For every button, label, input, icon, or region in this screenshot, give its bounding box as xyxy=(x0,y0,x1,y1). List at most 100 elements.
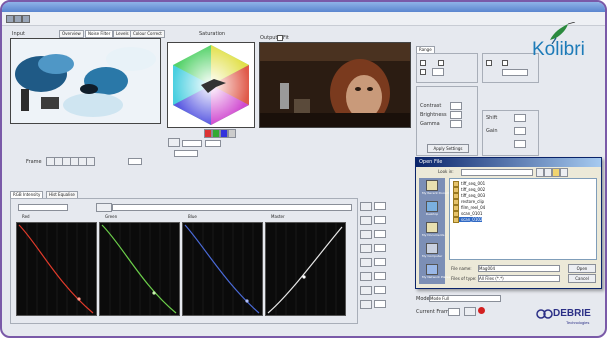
red-curve-editor[interactable] xyxy=(16,222,97,316)
gamma-spin[interactable] xyxy=(450,120,462,128)
mode-dropdown[interactable] xyxy=(502,69,528,76)
input-preview[interactable] xyxy=(10,38,161,124)
file-name-input[interactable]: Mag004 xyxy=(478,265,560,272)
curve-spin-3[interactable] xyxy=(374,230,386,238)
open-button[interactable]: Open xyxy=(568,264,596,273)
range-option-3[interactable] xyxy=(420,69,426,75)
contrast-spin[interactable] xyxy=(450,102,462,110)
place-my-computer[interactable]: My Computer xyxy=(422,243,442,259)
picker-button[interactable] xyxy=(168,138,180,147)
look-in-select[interactable] xyxy=(461,169,533,176)
new-folder-icon[interactable] xyxy=(552,168,560,177)
curve-preset-field[interactable] xyxy=(18,204,68,211)
open-file-dialog: Open File Look in: My Recent Documents D… xyxy=(415,157,602,289)
places-bar: My Recent Documents Desktop My Documents… xyxy=(419,178,456,284)
output-preview[interactable] xyxy=(259,42,411,128)
range-option-1[interactable] xyxy=(420,60,426,66)
current-frame-spin[interactable] xyxy=(448,308,460,316)
goto-frame-button[interactable] xyxy=(464,307,476,316)
curve-control-1[interactable] xyxy=(360,202,372,211)
curve-spin-5[interactable] xyxy=(374,258,386,266)
range-option-2[interactable] xyxy=(438,60,444,66)
output-label: Output xyxy=(260,35,278,41)
list-item[interactable]: restore_clip xyxy=(453,199,484,205)
curve-control-8[interactable] xyxy=(360,300,372,309)
list-item[interactable]: tiff_seq_002 xyxy=(453,187,485,193)
grey-swatch[interactable] xyxy=(228,129,236,138)
blue-curve-editor[interactable] xyxy=(182,222,263,316)
mode-option-2[interactable] xyxy=(502,60,508,66)
curve-label-master: Master xyxy=(271,214,285,219)
curve-spin-8[interactable] xyxy=(374,300,386,308)
reset-curves-button[interactable] xyxy=(96,203,112,212)
apply-settings-button[interactable]: Apply Settings xyxy=(427,144,469,153)
curve-spin-4[interactable] xyxy=(374,244,386,252)
curve-spin-2[interactable] xyxy=(374,216,386,224)
brightness-spin[interactable] xyxy=(450,111,462,119)
curve-control-5[interactable] xyxy=(360,258,372,267)
list-item-selected[interactable]: scan_0102 xyxy=(453,217,483,223)
shift-spin[interactable] xyxy=(514,114,526,122)
curve-spin-7[interactable] xyxy=(374,286,386,294)
mode-footer-select[interactable]: Mode Full xyxy=(429,295,501,302)
view-menu-icon[interactable] xyxy=(560,168,568,177)
network-places-icon xyxy=(426,264,438,275)
list-item[interactable]: tiff_seq_003 xyxy=(453,193,485,199)
curve-control-7[interactable] xyxy=(360,286,372,295)
red-swatch[interactable] xyxy=(204,129,212,138)
debrie-logo: DEBRIE Technologies xyxy=(536,306,600,330)
curve-control-3[interactable] xyxy=(360,230,372,239)
tab-overview[interactable]: Overview xyxy=(59,30,84,38)
saturation-field[interactable] xyxy=(205,140,221,147)
list-item[interactable]: tiff_seq_001 xyxy=(453,181,485,187)
back-icon[interactable] xyxy=(536,168,544,177)
list-item[interactable]: scan_0101 xyxy=(453,211,482,217)
blue-swatch[interactable] xyxy=(220,129,228,138)
color-wheel-panel[interactable] xyxy=(167,42,255,128)
save-icon[interactable] xyxy=(14,15,22,23)
output-preview-image xyxy=(260,43,410,127)
green-swatch[interactable] xyxy=(212,129,220,138)
settings-icon[interactable] xyxy=(22,15,30,23)
loop-button[interactable] xyxy=(86,157,95,166)
range-spin[interactable] xyxy=(432,68,444,76)
offset-spin[interactable] xyxy=(514,140,526,148)
tab-noise-filter[interactable]: Noise Filter xyxy=(85,30,114,38)
range-panel xyxy=(416,53,478,83)
record-icon[interactable] xyxy=(478,307,485,314)
input-label: Input xyxy=(12,31,25,37)
curve-control-4[interactable] xyxy=(360,244,372,253)
hue-field[interactable] xyxy=(182,140,202,147)
place-desktop[interactable]: Desktop xyxy=(422,201,442,217)
master-curve-graph xyxy=(267,223,343,315)
red-curve-graph xyxy=(18,223,94,315)
up-folder-icon[interactable] xyxy=(544,168,552,177)
file-list[interactable]: tiff_seq_001 tiff_seq_002 tiff_seq_003 r… xyxy=(449,178,597,260)
look-in-label: Look in: xyxy=(438,169,454,174)
place-network[interactable]: My Network Places xyxy=(422,264,450,280)
files-of-type-select[interactable]: All Files (*.*) xyxy=(478,275,560,282)
brightness-label: Brightness xyxy=(420,112,447,118)
curve-control-2[interactable] xyxy=(360,216,372,225)
place-recent[interactable]: My Recent Documents xyxy=(422,180,456,196)
playback-label: Frame xyxy=(26,159,42,165)
frame-number-field[interactable] xyxy=(128,158,142,165)
mode-select[interactable] xyxy=(174,150,198,157)
green-curve-editor[interactable] xyxy=(99,222,180,316)
gain-spin[interactable] xyxy=(514,127,526,135)
tab-levels[interactable]: Levels xyxy=(113,30,132,38)
kolibri-logo: Kolibri xyxy=(532,22,604,64)
master-curve-editor[interactable] xyxy=(265,222,346,316)
open-icon[interactable] xyxy=(6,15,14,23)
curve-control-6[interactable] xyxy=(360,272,372,281)
curve-label-blue: Blue xyxy=(188,214,197,219)
curve-spin-1[interactable] xyxy=(374,202,386,210)
curve-spin-6[interactable] xyxy=(374,272,386,280)
place-my-documents[interactable]: My Documents xyxy=(422,222,444,238)
tab-colour-correct[interactable]: Colour Correct xyxy=(130,30,165,38)
curve-label-red: Red xyxy=(22,214,30,219)
mode-option-1[interactable] xyxy=(486,60,492,66)
curve-name-field[interactable] xyxy=(112,204,352,211)
cancel-button[interactable]: Cancel xyxy=(568,274,596,283)
list-item[interactable]: film_reel_04 xyxy=(453,205,485,211)
